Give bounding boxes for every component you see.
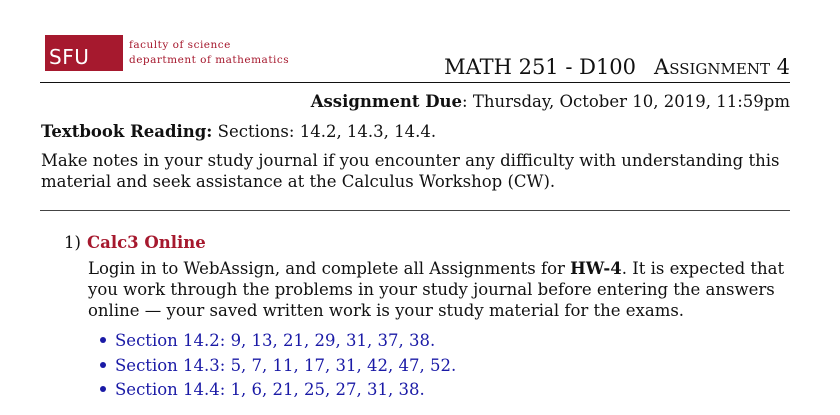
due-date: Assignment Due: Thursday, October 10, 20… <box>311 92 790 111</box>
question-body: Login in to WebAssign, and complete all … <box>88 258 793 321</box>
body-pre: Login in to WebAssign, and complete all … <box>88 259 571 278</box>
logo-text: SFU <box>49 45 90 69</box>
logo-faculty: faculty of science <box>129 39 231 51</box>
bullet-icon <box>100 361 106 368</box>
list-item[interactable]: Section 14.3: 5, 7, 11, 17, 31, 42, 47, … <box>100 356 456 381</box>
due-value: : Thursday, October 10, 2019, 11:59pm <box>462 92 790 111</box>
header-rule <box>40 82 790 83</box>
due-label: Assignment Due <box>310 92 463 111</box>
sfu-logo: SFU faculty of science department of mat… <box>45 35 289 71</box>
bullet-icon <box>100 337 106 343</box>
bullet-icon <box>100 386 106 392</box>
list-item-label[interactable]: Section 14.4: 1, 6, 21, 25, 27, 31, 38. <box>115 380 425 399</box>
course-code: MATH 251 - D100 <box>444 55 637 79</box>
assignment-number: Assignment 4 <box>654 55 790 79</box>
reading-value: Sections: 14.2, 14.3, 14.4. <box>212 122 437 141</box>
list-item[interactable]: Section 14.2: 9, 13, 21, 29, 31, 37, 38. <box>100 331 456 356</box>
logo-box: SFU <box>45 35 123 71</box>
list-item[interactable]: Section 14.4: 1, 6, 21, 25, 27, 31, 38. <box>100 380 456 405</box>
course-title: MATH 251 - D100 Assignment 4 <box>444 55 790 79</box>
section-divider <box>40 210 790 211</box>
section-list: Section 14.2: 9, 13, 21, 29, 31, 37, 38.… <box>100 331 456 405</box>
study-notes: Make notes in your study journal if you … <box>41 151 780 191</box>
body-bold: HW-4 <box>570 259 622 278</box>
list-item-label[interactable]: Section 14.2: 9, 13, 21, 29, 31, 37, 38. <box>115 331 435 350</box>
list-item-label[interactable]: Section 14.3: 5, 7, 11, 17, 31, 42, 47, … <box>115 356 456 375</box>
question-title: Calc3 Online <box>87 233 206 252</box>
question-number: 1) <box>64 233 81 252</box>
reading-label: Textbook Reading: <box>41 122 213 141</box>
textbook-reading: Textbook Reading: Sections: 14.2, 14.3, … <box>41 122 436 141</box>
logo-department: department of mathematics <box>129 54 290 66</box>
